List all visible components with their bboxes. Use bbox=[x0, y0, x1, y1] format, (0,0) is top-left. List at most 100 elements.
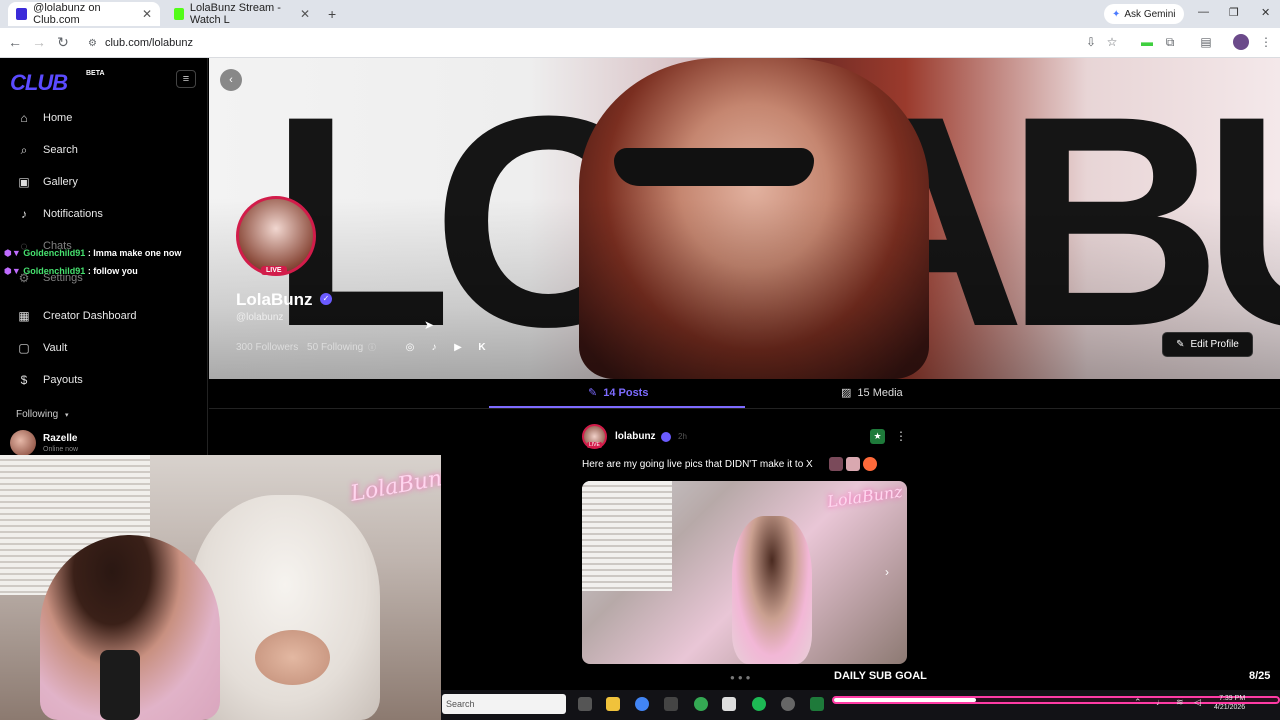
app-icon[interactable] bbox=[664, 697, 678, 711]
windows-taskbar bbox=[441, 690, 1280, 720]
following-count[interactable]: 50 Following bbox=[307, 342, 363, 353]
install-app-icon[interactable]: ⇩ bbox=[1083, 34, 1099, 50]
ask-gemini-label: Ask Gemini bbox=[1124, 8, 1176, 20]
tab-media[interactable]: ▨ 15 Media bbox=[841, 386, 903, 400]
close-window-icon[interactable]: ✕ bbox=[1261, 6, 1270, 19]
tab-posts[interactable]: ✎ 14 Posts bbox=[588, 386, 649, 400]
carousel-dots[interactable]: ●●● bbox=[730, 673, 754, 682]
tray-chevron-up-icon[interactable]: ⌃ bbox=[1134, 697, 1142, 708]
restore-icon[interactable]: ❐ bbox=[1229, 6, 1239, 19]
following-label: Following bbox=[16, 409, 59, 420]
post-image[interactable]: LolaBunz › bbox=[582, 481, 907, 664]
post-caption: Here are my going live pics that DIDN'T … bbox=[582, 459, 813, 470]
profile-banner: LOLABUNZ ‹ bbox=[209, 58, 1280, 379]
reload-icon[interactable]: ↻ bbox=[54, 34, 72, 51]
sidebar-item-search[interactable]: ⌕ Search bbox=[16, 140, 78, 160]
club-logo[interactable]: CLUB bbox=[10, 70, 68, 96]
chevron-down-icon: ▾ bbox=[65, 412, 69, 419]
forward-icon[interactable]: → bbox=[30, 34, 48, 50]
ask-gemini-button[interactable]: ✦ Ask Gemini bbox=[1104, 4, 1184, 24]
sidebar-item-label: Notifications bbox=[43, 208, 103, 220]
followers-count[interactable]: 300 Followers bbox=[236, 342, 298, 353]
profile-avatar[interactable] bbox=[236, 196, 316, 276]
tiktok-icon[interactable]: ♪ bbox=[428, 342, 440, 353]
close-tab-icon[interactable]: ✕ bbox=[300, 7, 310, 21]
chat-badge-icon: ⬢▼ bbox=[4, 266, 21, 276]
dollar-icon: $ bbox=[20, 373, 28, 387]
home-icon: ⌂ bbox=[20, 111, 28, 125]
tab-media-label: 15 Media bbox=[857, 386, 903, 399]
side-panel-icon[interactable]: ▤ bbox=[1198, 34, 1214, 50]
app-icon[interactable] bbox=[722, 697, 736, 711]
sidebar-item-home[interactable]: ⌂ Home bbox=[16, 108, 72, 128]
profile-avatar-icon[interactable] bbox=[1233, 34, 1249, 50]
sidebar-item-creator-dashboard[interactable]: ▦ Creator Dashboard bbox=[16, 306, 137, 326]
profile-name: LolaBunz bbox=[236, 290, 313, 309]
new-tab-button[interactable]: + bbox=[328, 6, 336, 22]
avatar[interactable] bbox=[10, 430, 36, 456]
task-view-icon[interactable] bbox=[578, 697, 592, 711]
youtube-icon[interactable]: ▶ bbox=[452, 342, 464, 353]
chat-badge-icon: ⬢▼ bbox=[4, 248, 21, 258]
following-user-name[interactable]: Razelle bbox=[43, 433, 77, 444]
app-icon[interactable] bbox=[781, 697, 795, 711]
taskbar-clock[interactable]: 7:39 PM 4/21/2026 bbox=[1214, 694, 1245, 712]
mouse-cursor-icon: ➤ bbox=[424, 318, 435, 332]
extensions-puzzle-icon[interactable]: ⧉ bbox=[1162, 34, 1178, 50]
post-image-person bbox=[732, 516, 812, 664]
excel-icon[interactable] bbox=[810, 697, 824, 711]
volume-icon[interactable]: ◁ bbox=[1194, 697, 1201, 708]
star-icon[interactable]: ★ bbox=[870, 429, 885, 444]
browser-tab-strip: @lolabunz on Club.com ✕ LolaBunz Stream … bbox=[0, 0, 1280, 28]
following-section-toggle[interactable]: Following ▾ bbox=[16, 409, 69, 420]
webcam-neon-sign: LolaBunz bbox=[348, 464, 441, 507]
sidebar-item-label: Home bbox=[43, 112, 73, 124]
file-explorer-icon[interactable] bbox=[606, 697, 620, 711]
chat-message: ⬢▼ Goldenchild91 : Imma make one now bbox=[4, 248, 181, 259]
verified-icon: ✓ bbox=[320, 293, 332, 305]
sub-goal-count: 8/25 bbox=[1249, 670, 1271, 682]
photo-emoji-icon bbox=[829, 457, 843, 471]
photo-emoji-icon bbox=[846, 457, 860, 471]
clock-time: 7:39 PM bbox=[1219, 695, 1246, 702]
address-bar[interactable]: ⚙ club.com/lolabunz bbox=[78, 31, 1078, 55]
sidebar-item-label: Creator Dashboard bbox=[43, 310, 137, 322]
kick-icon[interactable]: K bbox=[476, 342, 488, 353]
close-tab-icon[interactable]: ✕ bbox=[142, 7, 152, 21]
instagram-icon[interactable]: ◎ bbox=[404, 342, 416, 353]
bookmark-star-icon[interactable]: ☆ bbox=[1104, 34, 1120, 50]
collapse-menu-icon[interactable]: ≡ bbox=[176, 70, 196, 88]
mic-icon[interactable]: ♩ bbox=[1156, 697, 1165, 707]
chat-text: : follow you bbox=[87, 266, 138, 276]
post-timestamp: 2h bbox=[678, 432, 687, 441]
spotify-icon[interactable] bbox=[752, 697, 766, 711]
browser-tab[interactable]: LolaBunz Stream - Watch L ✕ bbox=[166, 2, 318, 26]
sidebar-item-notifications[interactable]: ♪ Notifications bbox=[16, 204, 103, 224]
back-button[interactable]: ‹ bbox=[220, 69, 242, 91]
chrome-menu-icon[interactable]: ⋮ bbox=[1258, 34, 1274, 50]
sidebar-item-payouts[interactable]: $ Payouts bbox=[16, 370, 83, 390]
post-username[interactable]: lolabunz bbox=[615, 431, 656, 442]
taskbar-search-input[interactable]: Search bbox=[442, 694, 566, 714]
more-options-icon[interactable]: ⋮ bbox=[895, 429, 907, 443]
edit-profile-button[interactable]: ✎ Edit Profile bbox=[1162, 332, 1253, 357]
following-user-status: Online now bbox=[43, 446, 79, 453]
minimize-icon[interactable]: — bbox=[1198, 6, 1209, 18]
face-emoji-icon bbox=[863, 457, 877, 471]
tab-posts-label: 14 Posts bbox=[603, 386, 649, 399]
sidebar-item-vault[interactable]: ▢ Vault bbox=[16, 338, 67, 358]
sub-goal-fill bbox=[834, 698, 977, 702]
wifi-icon[interactable]: ≋ bbox=[1176, 697, 1184, 708]
sidebar-item-gallery[interactable]: ▣ Gallery bbox=[16, 172, 78, 192]
back-icon[interactable]: ← bbox=[6, 34, 24, 50]
site-info-icon[interactable]: ⚙ bbox=[88, 38, 97, 49]
chrome-icon[interactable] bbox=[694, 697, 708, 711]
chrome-icon[interactable] bbox=[635, 697, 649, 711]
chat-username: Goldenchild91 bbox=[23, 248, 86, 258]
extension-green-icon[interactable]: ▬ bbox=[1139, 34, 1155, 50]
webcam-hand bbox=[255, 630, 330, 685]
chevron-right-icon[interactable]: › bbox=[885, 565, 889, 579]
banner-sunglasses bbox=[614, 148, 814, 186]
browser-tab-active[interactable]: @lolabunz on Club.com ✕ bbox=[8, 2, 160, 26]
info-icon[interactable]: ⓘ bbox=[368, 343, 376, 352]
